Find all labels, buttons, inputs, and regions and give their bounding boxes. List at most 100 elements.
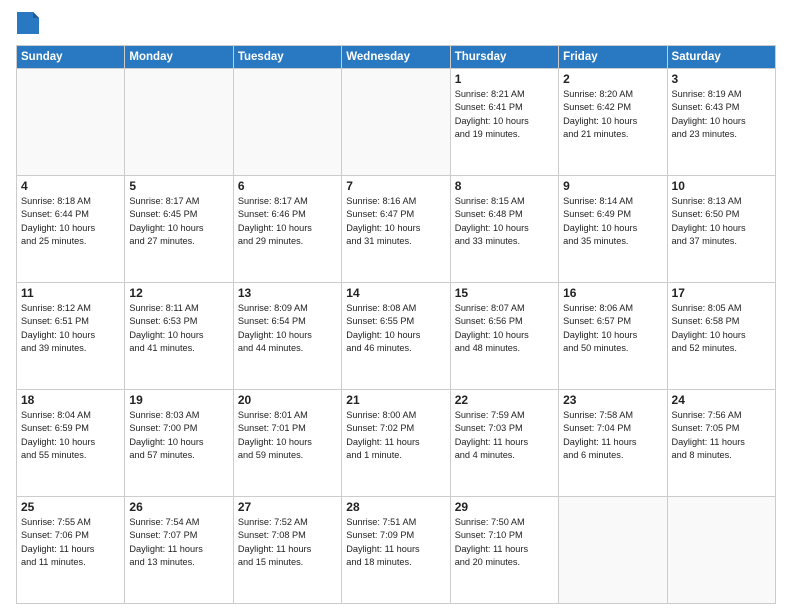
calendar-cell: 21 Sunrise: 8:00 AM Sunset: 7:02 PM Dayli… bbox=[342, 390, 450, 497]
weekday-header: Thursday bbox=[450, 46, 558, 69]
day-info: Sunrise: 8:18 AM Sunset: 6:44 PM Dayligh… bbox=[21, 195, 120, 248]
calendar-cell bbox=[125, 69, 233, 176]
weekday-header: Monday bbox=[125, 46, 233, 69]
day-number: 15 bbox=[455, 286, 554, 300]
calendar-cell: 17 Sunrise: 8:05 AM Sunset: 6:58 PM Dayli… bbox=[667, 283, 775, 390]
calendar-cell: 12 Sunrise: 8:11 AM Sunset: 6:53 PM Dayli… bbox=[125, 283, 233, 390]
day-number: 26 bbox=[129, 500, 228, 514]
day-info: Sunrise: 7:51 AM Sunset: 7:09 PM Dayligh… bbox=[346, 516, 445, 569]
day-number: 10 bbox=[672, 179, 771, 193]
day-info: Sunrise: 8:16 AM Sunset: 6:47 PM Dayligh… bbox=[346, 195, 445, 248]
calendar-cell: 7 Sunrise: 8:16 AM Sunset: 6:47 PM Daylig… bbox=[342, 176, 450, 283]
day-number: 16 bbox=[563, 286, 662, 300]
day-info: Sunrise: 8:04 AM Sunset: 6:59 PM Dayligh… bbox=[21, 409, 120, 462]
calendar-week-row: 1Sunrise: 8:21 AM Sunset: 6:41 PM Daylig… bbox=[17, 69, 776, 176]
day-info: Sunrise: 7:59 AM Sunset: 7:03 PM Dayligh… bbox=[455, 409, 554, 462]
calendar: SundayMondayTuesdayWednesdayThursdayFrid… bbox=[16, 45, 776, 604]
calendar-cell: 11 Sunrise: 8:12 AM Sunset: 6:51 PM Dayli… bbox=[17, 283, 125, 390]
calendar-week-row: 25 Sunrise: 7:55 AM Sunset: 7:06 PM Dayli… bbox=[17, 497, 776, 604]
calendar-cell: 20 Sunrise: 8:01 AM Sunset: 7:01 PM Dayli… bbox=[233, 390, 341, 497]
day-number: 19 bbox=[129, 393, 228, 407]
day-info: Sunrise: 7:55 AM Sunset: 7:06 PM Dayligh… bbox=[21, 516, 120, 569]
calendar-cell: 13 Sunrise: 8:09 AM Sunset: 6:54 PM Dayli… bbox=[233, 283, 341, 390]
day-number: 24 bbox=[672, 393, 771, 407]
calendar-cell bbox=[559, 497, 667, 604]
day-number: 6 bbox=[238, 179, 337, 193]
calendar-cell: 16 Sunrise: 8:06 AM Sunset: 6:57 PM Dayli… bbox=[559, 283, 667, 390]
calendar-cell: 6 Sunrise: 8:17 AM Sunset: 6:46 PM Daylig… bbox=[233, 176, 341, 283]
day-info: Sunrise: 8:08 AM Sunset: 6:55 PM Dayligh… bbox=[346, 302, 445, 355]
day-info: Sunrise: 8:12 AM Sunset: 6:51 PM Dayligh… bbox=[21, 302, 120, 355]
calendar-cell: 9 Sunrise: 8:14 AM Sunset: 6:49 PM Daylig… bbox=[559, 176, 667, 283]
calendar-cell: 19 Sunrise: 8:03 AM Sunset: 7:00 PM Dayli… bbox=[125, 390, 233, 497]
day-info: Sunrise: 8:20 AM Sunset: 6:42 PM Dayligh… bbox=[563, 88, 662, 141]
day-info: Sunrise: 8:06 AM Sunset: 6:57 PM Dayligh… bbox=[563, 302, 662, 355]
day-number: 29 bbox=[455, 500, 554, 514]
day-info: Sunrise: 7:58 AM Sunset: 7:04 PM Dayligh… bbox=[563, 409, 662, 462]
day-number: 1 bbox=[455, 72, 554, 86]
calendar-cell bbox=[17, 69, 125, 176]
calendar-cell: 25 Sunrise: 7:55 AM Sunset: 7:06 PM Dayli… bbox=[17, 497, 125, 604]
day-info: Sunrise: 8:13 AM Sunset: 6:50 PM Dayligh… bbox=[672, 195, 771, 248]
day-number: 20 bbox=[238, 393, 337, 407]
day-info: Sunrise: 7:50 AM Sunset: 7:10 PM Dayligh… bbox=[455, 516, 554, 569]
day-info: Sunrise: 7:54 AM Sunset: 7:07 PM Dayligh… bbox=[129, 516, 228, 569]
day-info: Sunrise: 8:19 AM Sunset: 6:43 PM Dayligh… bbox=[672, 88, 771, 141]
day-number: 27 bbox=[238, 500, 337, 514]
day-info: Sunrise: 8:01 AM Sunset: 7:01 PM Dayligh… bbox=[238, 409, 337, 462]
calendar-cell: 14 Sunrise: 8:08 AM Sunset: 6:55 PM Dayli… bbox=[342, 283, 450, 390]
day-info: Sunrise: 8:11 AM Sunset: 6:53 PM Dayligh… bbox=[129, 302, 228, 355]
calendar-cell: 4 Sunrise: 8:18 AM Sunset: 6:44 PM Daylig… bbox=[17, 176, 125, 283]
weekday-header: Wednesday bbox=[342, 46, 450, 69]
weekday-header: Friday bbox=[559, 46, 667, 69]
weekday-header: Sunday bbox=[17, 46, 125, 69]
weekday-header: Saturday bbox=[667, 46, 775, 69]
day-number: 13 bbox=[238, 286, 337, 300]
calendar-cell bbox=[233, 69, 341, 176]
day-number: 8 bbox=[455, 179, 554, 193]
logo-icon bbox=[17, 12, 39, 34]
calendar-cell bbox=[667, 497, 775, 604]
day-number: 3 bbox=[672, 72, 771, 86]
day-number: 4 bbox=[21, 179, 120, 193]
calendar-cell: 10 Sunrise: 8:13 AM Sunset: 6:50 PM Dayli… bbox=[667, 176, 775, 283]
day-number: 25 bbox=[21, 500, 120, 514]
day-info: Sunrise: 8:03 AM Sunset: 7:00 PM Dayligh… bbox=[129, 409, 228, 462]
calendar-cell: 27 Sunrise: 7:52 AM Sunset: 7:08 PM Dayli… bbox=[233, 497, 341, 604]
day-info: Sunrise: 8:09 AM Sunset: 6:54 PM Dayligh… bbox=[238, 302, 337, 355]
day-number: 9 bbox=[563, 179, 662, 193]
day-number: 11 bbox=[21, 286, 120, 300]
day-info: Sunrise: 7:52 AM Sunset: 7:08 PM Dayligh… bbox=[238, 516, 337, 569]
day-number: 14 bbox=[346, 286, 445, 300]
calendar-week-row: 11 Sunrise: 8:12 AM Sunset: 6:51 PM Dayli… bbox=[17, 283, 776, 390]
day-info: Sunrise: 8:05 AM Sunset: 6:58 PM Dayligh… bbox=[672, 302, 771, 355]
day-number: 18 bbox=[21, 393, 120, 407]
page: SundayMondayTuesdayWednesdayThursdayFrid… bbox=[0, 0, 792, 612]
day-info: Sunrise: 8:15 AM Sunset: 6:48 PM Dayligh… bbox=[455, 195, 554, 248]
day-number: 17 bbox=[672, 286, 771, 300]
day-number: 21 bbox=[346, 393, 445, 407]
day-info: Sunrise: 8:00 AM Sunset: 7:02 PM Dayligh… bbox=[346, 409, 445, 462]
calendar-cell: 22Sunrise: 7:59 AM Sunset: 7:03 PM Dayli… bbox=[450, 390, 558, 497]
day-number: 23 bbox=[563, 393, 662, 407]
calendar-cell: 3 Sunrise: 8:19 AM Sunset: 6:43 PM Daylig… bbox=[667, 69, 775, 176]
calendar-cell: 26 Sunrise: 7:54 AM Sunset: 7:07 PM Dayli… bbox=[125, 497, 233, 604]
day-number: 2 bbox=[563, 72, 662, 86]
day-number: 28 bbox=[346, 500, 445, 514]
calendar-cell: 23 Sunrise: 7:58 AM Sunset: 7:04 PM Dayli… bbox=[559, 390, 667, 497]
logo bbox=[16, 12, 41, 39]
calendar-cell: 29 Sunrise: 7:50 AM Sunset: 7:10 PM Dayli… bbox=[450, 497, 558, 604]
calendar-cell: 1Sunrise: 8:21 AM Sunset: 6:41 PM Daylig… bbox=[450, 69, 558, 176]
day-number: 12 bbox=[129, 286, 228, 300]
calendar-cell: 5Sunrise: 8:17 AM Sunset: 6:45 PM Daylig… bbox=[125, 176, 233, 283]
day-info: Sunrise: 8:17 AM Sunset: 6:46 PM Dayligh… bbox=[238, 195, 337, 248]
calendar-week-row: 4 Sunrise: 8:18 AM Sunset: 6:44 PM Daylig… bbox=[17, 176, 776, 283]
day-number: 7 bbox=[346, 179, 445, 193]
day-number: 5 bbox=[129, 179, 228, 193]
day-info: Sunrise: 8:14 AM Sunset: 6:49 PM Dayligh… bbox=[563, 195, 662, 248]
calendar-cell: 2 Sunrise: 8:20 AM Sunset: 6:42 PM Daylig… bbox=[559, 69, 667, 176]
calendar-week-row: 18 Sunrise: 8:04 AM Sunset: 6:59 PM Dayli… bbox=[17, 390, 776, 497]
calendar-cell bbox=[342, 69, 450, 176]
day-info: Sunrise: 8:07 AM Sunset: 6:56 PM Dayligh… bbox=[455, 302, 554, 355]
header bbox=[16, 12, 776, 39]
